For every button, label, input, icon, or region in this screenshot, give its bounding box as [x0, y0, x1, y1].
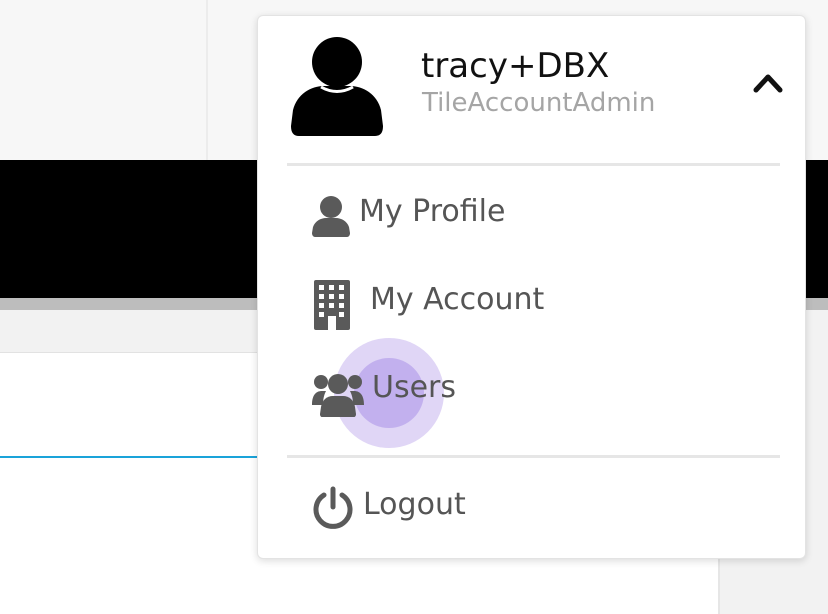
screen: tracy+DBX TileAccountAdmin My Profile My… [0, 0, 828, 614]
menu-item-label: My Account [370, 282, 545, 317]
building-icon [314, 280, 350, 334]
user-silhouette-icon [291, 36, 383, 136]
menu-item-label: My Profile [359, 194, 506, 229]
menu-divider [287, 455, 780, 458]
menu-item-my-account[interactable]: My Account [278, 269, 778, 341]
user-role: TileAccountAdmin [422, 88, 656, 118]
menu-item-users[interactable]: Users [278, 357, 778, 429]
power-icon [312, 486, 354, 534]
menu-item-my-profile[interactable]: My Profile [278, 181, 778, 253]
chevron-up-icon[interactable] [752, 68, 784, 96]
menu-item-logout[interactable]: Logout [278, 472, 778, 544]
user-name: tracy+DBX [421, 46, 610, 86]
menu-item-label: Logout [363, 487, 466, 522]
menu-divider [287, 163, 780, 166]
accent-underline [0, 456, 300, 458]
header-divider [206, 0, 208, 160]
menu-item-label: Users [372, 370, 457, 405]
person-icon [312, 195, 350, 241]
user-dropdown-menu: tracy+DBX TileAccountAdmin My Profile My… [257, 15, 806, 559]
users-group-icon [312, 371, 364, 421]
